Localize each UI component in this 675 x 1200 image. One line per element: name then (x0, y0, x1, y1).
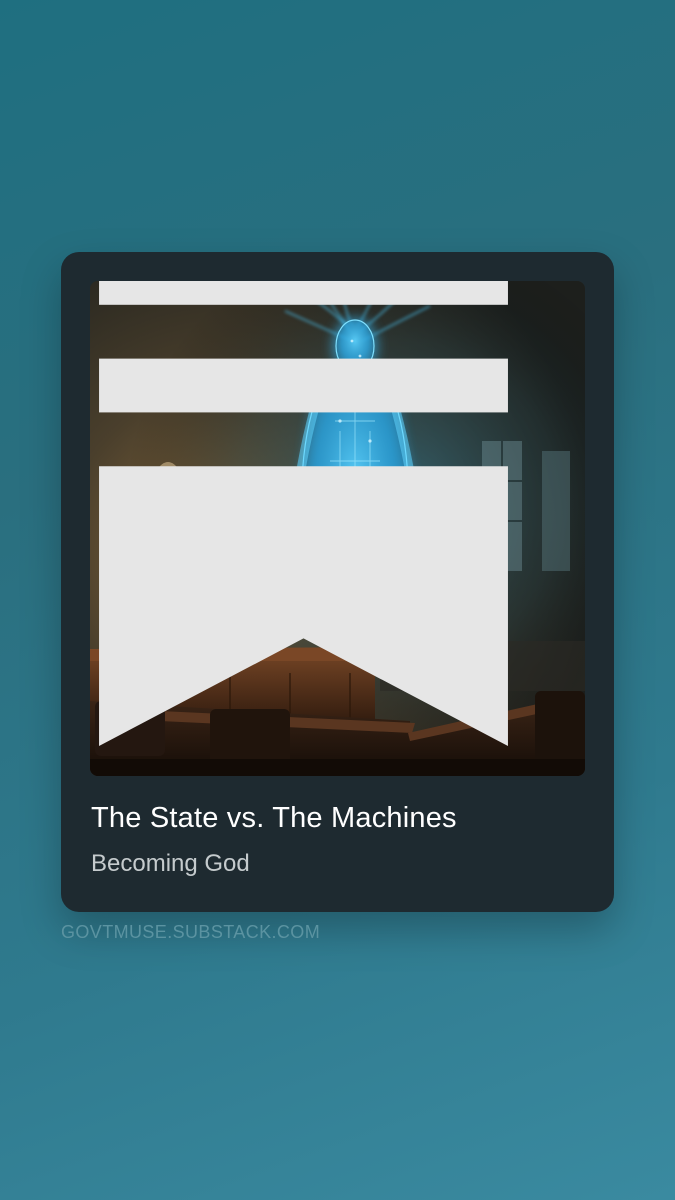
cover-image (90, 281, 585, 776)
substack-logo-icon (99, 281, 508, 746)
post-card[interactable]: The State vs. The Machines Becoming God (61, 252, 614, 912)
publication-domain[interactable]: GOVTMUSE.SUBSTACK.COM (61, 922, 320, 943)
post-subtitle: Becoming God (91, 850, 250, 877)
post-title[interactable]: The State vs. The Machines (91, 802, 457, 835)
